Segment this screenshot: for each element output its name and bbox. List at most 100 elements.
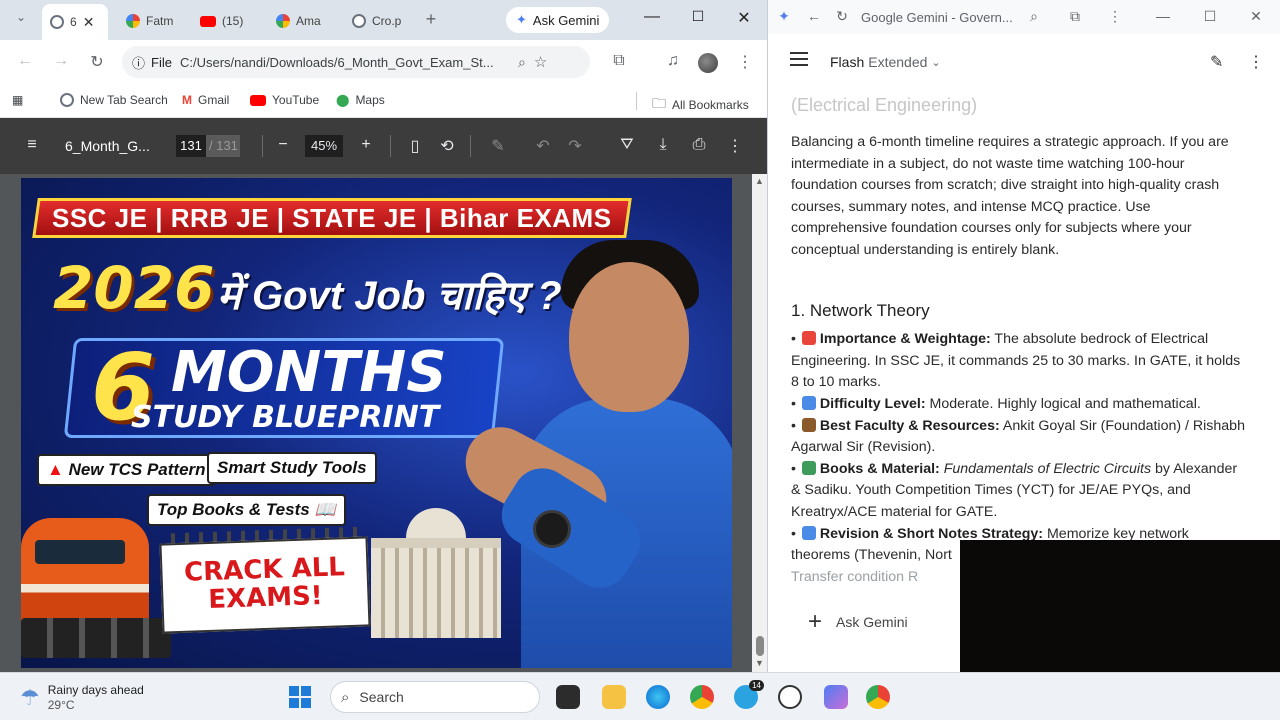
scroll-down-icon[interactable]: ▼ <box>755 658 764 668</box>
maximize-icon[interactable]: ☐ <box>686 8 710 25</box>
folder-icon: 🗀 <box>652 95 666 111</box>
chrome-icon[interactable] <box>690 685 714 709</box>
weather-widget[interactable]: ☂ Rainy days ahead 29°C <box>20 683 144 713</box>
search-label: Search <box>359 689 404 705</box>
minimize-icon[interactable]: — <box>1153 8 1173 24</box>
back-icon[interactable]: ← <box>14 52 36 70</box>
gemini-app-icon[interactable] <box>824 685 848 709</box>
site-info-chip[interactable]: ⓘ File <box>132 53 172 72</box>
more-options-icon[interactable]: ⋮ <box>723 136 747 156</box>
rotate-icon[interactable]: ⟲ <box>435 136 459 156</box>
tab-label: Ama <box>296 14 321 28</box>
drive-save-icon[interactable]: ⛛ <box>615 136 639 154</box>
close-window-icon[interactable]: ✕ <box>1246 8 1266 25</box>
apps-grid-icon[interactable]: ▦ <box>12 93 23 107</box>
url-text[interactable]: C:/Users/nandi/Downloads/6_Month_Govt_Ex… <box>180 55 510 70</box>
all-bookmarks-label: All Bookmarks <box>672 98 749 112</box>
menu-kebab-icon[interactable]: ⋮ <box>734 52 756 72</box>
pdf-scrollbar[interactable]: ▲ ▼ <box>752 174 767 672</box>
ask-gemini-button[interactable]: ✦ Ask Gemini <box>506 7 610 33</box>
chrome-profile-icon[interactable] <box>866 685 890 709</box>
tab-youtube[interactable]: (15) <box>192 6 251 36</box>
annotate-pen-icon[interactable]: ✎ <box>486 136 510 156</box>
pill-smart: Smart Study Tools <box>207 452 377 484</box>
minimize-icon[interactable]: — <box>640 8 664 26</box>
close-tab-icon[interactable]: ✕ <box>83 14 95 31</box>
bookmark-gmail[interactable]: M Gmail <box>182 93 229 107</box>
extensions-icon[interactable]: ⧉ <box>1065 8 1085 25</box>
reload-icon[interactable]: ↻ <box>86 52 108 72</box>
close-window-icon[interactable]: ✕ <box>732 8 756 28</box>
pill-books: Top Books & Tests 📖 <box>147 494 346 526</box>
scroll-thumb[interactable] <box>756 636 764 656</box>
gemini-tab-title: Google Gemini - Govern... <box>861 10 1013 25</box>
undo-icon[interactable]: ↶ <box>531 136 555 156</box>
edge-browser-icon[interactable] <box>646 685 670 709</box>
all-bookmarks-button[interactable]: 🗀 All Bookmarks <box>652 93 749 117</box>
exam-banner: SSC JE | RRB JE | STATE JE | Bihar EXAMS <box>32 198 632 238</box>
zoom-in-icon[interactable]: + <box>354 136 378 154</box>
back-icon[interactable]: ← <box>804 8 824 24</box>
page-selector[interactable]: 131 / 131 <box>176 135 240 157</box>
gemini-sparkle-icon: ✦ <box>516 12 527 27</box>
bullet-label: Importance & Weightage: <box>819 331 991 348</box>
more-options-icon[interactable]: ⋮ <box>1248 52 1264 72</box>
model-selector[interactable]: Flash Extended ⌄ <box>830 54 941 70</box>
terminal-app-icon[interactable] <box>556 685 580 709</box>
download-icon[interactable]: ⤓ <box>651 136 675 154</box>
chatgpt-icon[interactable] <box>778 685 802 709</box>
maps-pin-icon: ⬤ <box>336 93 350 107</box>
tab-pdf[interactable]: 6 ✕ <box>42 4 108 40</box>
taskbar-search[interactable]: ⌕ Search <box>330 681 540 713</box>
plus-icon[interactable]: + <box>808 610 822 634</box>
tab-fatm[interactable]: Fatm <box>118 6 181 36</box>
windows-start-icon[interactable] <box>289 686 311 708</box>
bookmark-star-icon[interactable]: ☆ <box>534 53 547 71</box>
bookmark-label: Gmail <box>198 93 230 107</box>
telegram-icon[interactable]: 14 <box>734 680 764 709</box>
hamburger-menu-icon[interactable] <box>790 52 808 66</box>
search-icon[interactable]: ⌕ <box>1024 8 1044 25</box>
menu-kebab-icon[interactable]: ⋮ <box>1105 8 1125 25</box>
exam-banner-text: SSC JE | RRB JE | STATE JE | Bihar EXAMS <box>52 203 612 233</box>
zoom-out-icon[interactable]: − <box>271 136 295 154</box>
gmail-icon: M <box>182 93 192 107</box>
profile-avatar[interactable] <box>698 53 718 73</box>
ask-gemini-input[interactable]: + Ask Gemini <box>808 610 908 634</box>
desktop: ⌄ 6 ✕ Fatm (15) Ama Cro.p + ✦ Ask Gemini… <box>0 0 1280 720</box>
new-chat-icon[interactable]: ✎ <box>1210 52 1223 72</box>
bookmark-new-tab-search[interactable]: New Tab Search <box>60 93 168 107</box>
extensions-icon[interactable]: ⧉ <box>608 52 630 70</box>
print-icon[interactable]: ⎙ <box>687 136 711 154</box>
new-tab-icon[interactable]: + <box>420 9 442 30</box>
tab-search-dropdown-icon[interactable]: ⌄ <box>10 10 32 24</box>
zoom-search-icon[interactable]: ⌕ <box>518 54 526 71</box>
bullet-label: Best Faculty & Resources: <box>819 417 1000 434</box>
bookmark-maps[interactable]: ⬤ Maps <box>336 93 385 107</box>
redo-icon[interactable]: ↷ <box>563 136 587 156</box>
sidebar-menu-icon[interactable]: ≡ <box>20 136 44 154</box>
media-control-icon[interactable]: ♫ <box>662 52 684 70</box>
zoom-input[interactable]: 45% <box>305 135 343 157</box>
model-name: Flash <box>830 54 865 70</box>
headline-year: 2026 <box>53 254 215 322</box>
file-explorer-icon[interactable] <box>602 685 626 709</box>
maximize-icon[interactable]: ☐ <box>1200 8 1220 25</box>
fit-page-icon[interactable]: ▯ <box>403 136 427 156</box>
pdf-viewport[interactable]: SSC JE | RRB JE | STATE JE | Bihar EXAMS… <box>0 174 767 672</box>
ask-placeholder[interactable]: Ask Gemini <box>836 614 908 630</box>
headline-text: में Govt Job चाहिए ?🔥 <box>217 274 612 318</box>
tab-amazon[interactable]: Ama <box>268 6 329 36</box>
address-bar[interactable]: ⓘ File C:/Users/nandi/Downloads/6_Month_… <box>122 46 590 78</box>
months-word: MONTHS <box>171 340 447 405</box>
current-page-input[interactable]: 131 <box>176 135 206 157</box>
google-icon <box>276 14 290 28</box>
bookmark-youtube[interactable]: YouTube <box>250 93 319 107</box>
reload-icon[interactable]: ↻ <box>832 8 852 25</box>
forward-icon[interactable]: → <box>50 52 72 70</box>
tab-crop[interactable]: Cro.p <box>344 6 409 36</box>
rain-cloud-icon: ☂ <box>20 685 40 710</box>
bookmark-label: Maps <box>355 93 385 107</box>
scroll-up-icon[interactable]: ▲ <box>755 176 764 186</box>
repeat-emoji-icon <box>801 525 816 540</box>
